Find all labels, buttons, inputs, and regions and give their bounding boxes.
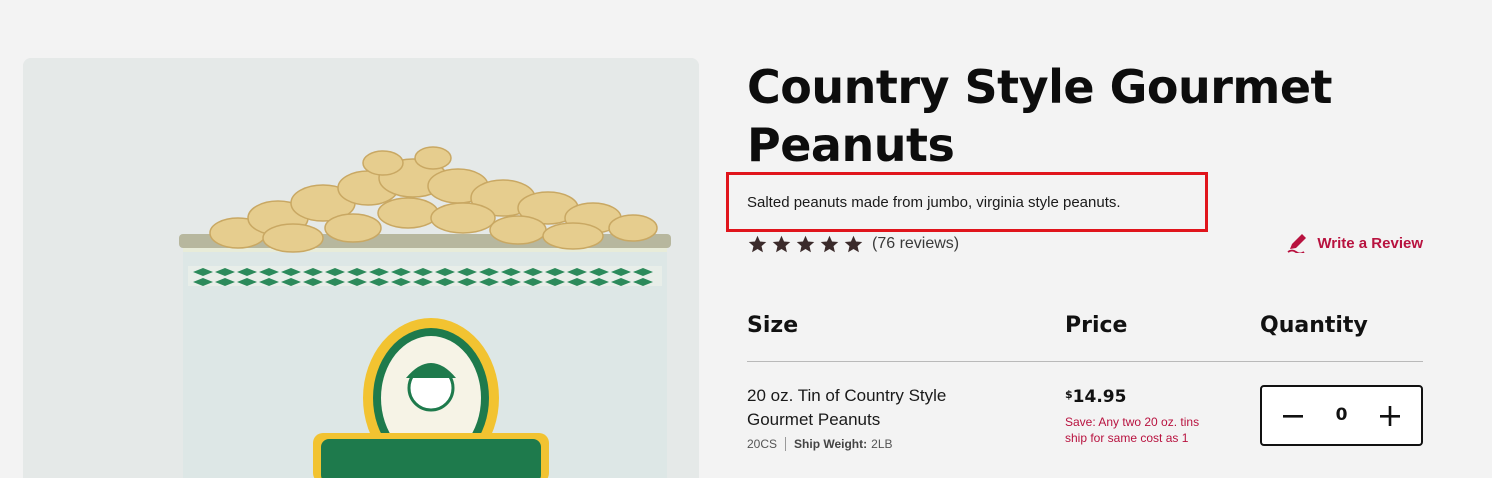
quantity-value[interactable]: 0 [1316, 387, 1367, 444]
rating[interactable]: (76 reviews) [747, 232, 959, 256]
product-image [23, 58, 699, 478]
size-header: Size [747, 313, 799, 338]
product-description: Salted peanuts made from jumbo, virginia… [747, 194, 1121, 211]
variant-table-header: Size Price Quantity [747, 313, 1423, 362]
star-icon [772, 235, 791, 252]
pen-icon [1287, 234, 1307, 253]
save-note: Save: Any two 20 oz. tins ship for same … [1065, 415, 1200, 445]
price-header: Price [1065, 313, 1128, 338]
product-details: Country Style Gourmet Peanuts Salted pea… [726, 0, 1423, 465]
ship-weight: 2LB [871, 437, 893, 451]
review-count[interactable]: (76 reviews) [872, 235, 959, 253]
table-row: 20 oz. Tin of Country Style Gourmet Pean… [747, 384, 1423, 465]
size-name: 20 oz. Tin of Country Style Gourmet Pean… [747, 386, 947, 429]
write-review-label: Write a Review [1317, 234, 1423, 252]
ship-weight-label: Ship Weight: [794, 437, 868, 451]
star-icon [748, 235, 767, 252]
sku: 20CS [747, 437, 778, 451]
star-rating [747, 234, 864, 255]
variant-meta: 20CS Ship Weight: 2LB [747, 437, 893, 451]
star-icon [796, 235, 815, 252]
price-currency: $ [1065, 388, 1073, 401]
write-review-link[interactable]: Write a Review [1286, 233, 1423, 253]
decrease-quantity-button[interactable] [1266, 387, 1320, 444]
increase-quantity-button[interactable] [1363, 387, 1417, 444]
plus-icon [1380, 405, 1400, 426]
divider [785, 437, 787, 451]
star-icon [820, 235, 839, 252]
price: $14.95 [1065, 387, 1126, 407]
product-title: Country Style Gourmet Peanuts [747, 60, 1333, 172]
minus-icon [1283, 414, 1303, 418]
star-icon [844, 235, 863, 252]
price-amount: 14.95 [1072, 387, 1127, 407]
quantity-stepper: 0 [1260, 385, 1423, 446]
quantity-header: Quantity [1260, 313, 1368, 338]
